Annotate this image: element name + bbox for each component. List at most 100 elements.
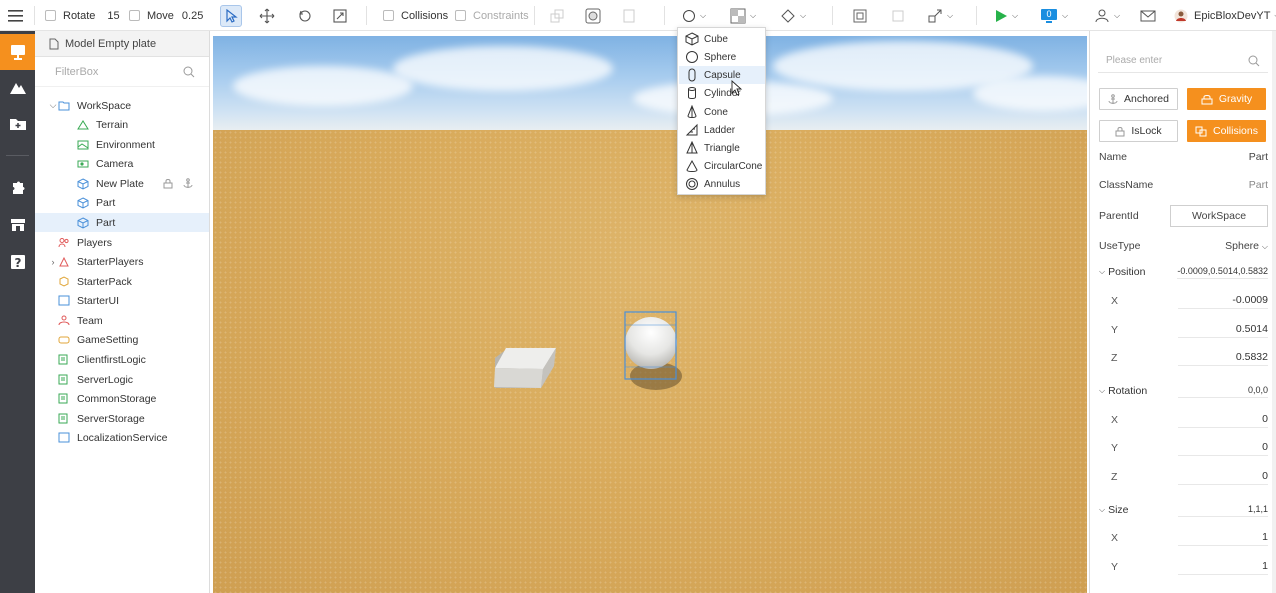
tree-item-part-selected[interactable]: Part	[35, 213, 209, 232]
usetype-select[interactable]: Sphere ⌵	[1225, 240, 1268, 252]
add-folder-tab-button[interactable]	[0, 106, 35, 142]
menu-item-annulus[interactable]: Annulus	[679, 175, 765, 193]
tree-item-starterui[interactable]: StarterUI	[35, 291, 209, 310]
tree-item-environment[interactable]: Environment	[35, 135, 209, 154]
menu-item-capsule[interactable]: Capsule	[679, 66, 765, 84]
mail-button[interactable]	[1140, 0, 1156, 31]
team-dropdown-button[interactable]: ⌵	[1094, 0, 1120, 31]
device-dropdown-button[interactable]: 0 ⌵	[1040, 0, 1068, 31]
tree-item-starterpack[interactable]: StarterPack	[35, 272, 209, 291]
store-tab-button[interactable]	[0, 207, 35, 243]
tree-item-terrain[interactable]: Terrain	[35, 115, 209, 134]
rotate-snap[interactable]: Rotate 15	[45, 0, 120, 31]
tree-item-gamesetting[interactable]: GameSetting	[35, 330, 209, 349]
top-toolbar: Rotate 15 Move 0.25 Collisions Constrain…	[0, 0, 1276, 31]
menu-item-triangle[interactable]: Triangle	[679, 139, 765, 157]
scene-viewport[interactable]	[211, 36, 1087, 593]
prop-size-row[interactable]: ⌵ Size 1,1,1	[1099, 500, 1268, 520]
size-x-field[interactable]: 1	[1178, 531, 1268, 546]
lock-button[interactable]	[890, 0, 906, 31]
color-dropdown-button[interactable]: ⌵	[780, 0, 806, 31]
size-y-field[interactable]: 1	[1178, 560, 1268, 575]
position-x-field[interactable]: -0.0009	[1178, 294, 1268, 309]
tree-item-serverstorage[interactable]: ServerStorage	[35, 409, 209, 428]
menu-item-ladder[interactable]: Ladder	[679, 121, 765, 139]
constraints-toggle[interactable]: Constraints	[455, 0, 529, 31]
file-icon	[49, 38, 59, 49]
collisions-button[interactable]: Collisions	[1187, 120, 1266, 142]
filter-placeholder: FilterBox	[55, 65, 99, 78]
tree-item-serverlogic[interactable]: ServerLogic	[35, 370, 209, 389]
islock-button[interactable]: IsLock	[1099, 120, 1178, 142]
position-y-field[interactable]: 0.5014	[1178, 323, 1268, 338]
tree-item-part[interactable]: Part	[35, 193, 209, 212]
position-z-field[interactable]: 0.5832	[1178, 351, 1268, 366]
constraints-checkbox[interactable]	[455, 10, 466, 21]
tree-item-players[interactable]: Players	[35, 233, 209, 252]
cube-icon	[685, 32, 699, 46]
move-value[interactable]: 0.25	[182, 10, 203, 22]
tree-item-camera[interactable]: Camera	[35, 154, 209, 173]
plugins-tab-button[interactable]	[0, 170, 35, 206]
prop-name-value[interactable]: Part	[1249, 151, 1268, 163]
move-tool-button[interactable]	[256, 0, 278, 31]
select-tool-button[interactable]	[220, 0, 242, 31]
menu-item-circularcone[interactable]: CircularCone	[679, 157, 765, 175]
properties-search-input[interactable]: Please enter	[1098, 49, 1268, 73]
chevron-right-icon[interactable]: ›	[48, 257, 58, 267]
rotation-z-field[interactable]: 0	[1178, 470, 1268, 485]
move-snap[interactable]: Move 0.25	[129, 0, 203, 31]
properties-scrollbar[interactable]	[1272, 31, 1276, 593]
sphere-part[interactable]	[624, 311, 682, 390]
rotation-y-field[interactable]: 0	[1178, 441, 1268, 456]
rotate-tool-button[interactable]	[294, 0, 316, 31]
tree-item-new-plate[interactable]: New Plate	[35, 174, 209, 193]
tree-item-label: Terrain	[96, 118, 129, 131]
lock-icon[interactable]	[163, 178, 173, 189]
move-checkbox[interactable]	[129, 10, 140, 21]
gravity-button[interactable]: Gravity	[1187, 88, 1266, 110]
transform-dropdown-button[interactable]: ⌵	[927, 0, 953, 31]
rotate-value[interactable]: 15	[107, 10, 119, 22]
menu-item-cone[interactable]: Cone	[679, 103, 765, 121]
play-button[interactable]: ⌵	[994, 0, 1018, 31]
union-button[interactable]	[585, 0, 601, 31]
rotation-x-field[interactable]: 0	[1178, 413, 1268, 428]
help-tab-button[interactable]: ?	[0, 244, 35, 280]
plate-part[interactable]	[494, 348, 556, 388]
filter-input[interactable]: FilterBox	[35, 57, 209, 87]
chevron-down-icon[interactable]: ⌵	[48, 100, 58, 111]
prop-rotation-row[interactable]: ⌵ Rotation 0,0,0	[1099, 381, 1268, 401]
chevron-down-icon[interactable]: ⌵	[1099, 267, 1105, 277]
tree-item-clientfirstlogic[interactable]: ClientfirstLogic	[35, 350, 209, 369]
chevron-down-icon: ⌵	[700, 10, 707, 20]
user-menu[interactable]: EpicBloxDevYT ⌵	[1174, 0, 1276, 31]
menu-button[interactable]	[8, 0, 24, 31]
anchor-icon[interactable]	[183, 178, 193, 189]
tree-item-starterplayers[interactable]: › StarterPlayers	[35, 252, 209, 271]
group-button[interactable]	[549, 0, 565, 31]
anchor-button[interactable]	[852, 0, 868, 31]
negate-button[interactable]	[622, 0, 636, 31]
tree-item-workspace[interactable]: ⌵ WorkSpace	[35, 96, 209, 115]
chevron-down-icon[interactable]: ⌵	[1099, 505, 1105, 515]
collisions-checkbox[interactable]	[383, 10, 394, 21]
menu-item-cube[interactable]: Cube	[679, 30, 765, 48]
parentid-field[interactable]: WorkSpace	[1170, 205, 1268, 227]
menu-item-cylinder[interactable]: Cylinder	[679, 84, 765, 102]
explorer-tab-button[interactable]	[0, 34, 35, 70]
prop-position-row[interactable]: ⌵ Position -0.0009,0.5014,0.5832	[1099, 262, 1268, 282]
play-icon	[996, 9, 1007, 22]
rotate-checkbox[interactable]	[45, 10, 56, 21]
terrain-tab-button[interactable]	[0, 70, 35, 106]
tree-item-commonstorage[interactable]: CommonStorage	[35, 389, 209, 408]
tree-item-team[interactable]: Team	[35, 311, 209, 330]
prop-key: Name	[1099, 151, 1128, 163]
scale-tool-button[interactable]	[329, 0, 351, 31]
tree-item-localizationservice[interactable]: LocalizationService	[35, 428, 209, 447]
menu-item-sphere[interactable]: Sphere	[679, 48, 765, 66]
anchored-button[interactable]: Anchored	[1099, 88, 1178, 110]
chevron-down-icon[interactable]: ⌵	[1099, 386, 1105, 396]
collisions-toggle[interactable]: Collisions	[383, 0, 448, 31]
move-arrows-icon	[259, 8, 275, 23]
